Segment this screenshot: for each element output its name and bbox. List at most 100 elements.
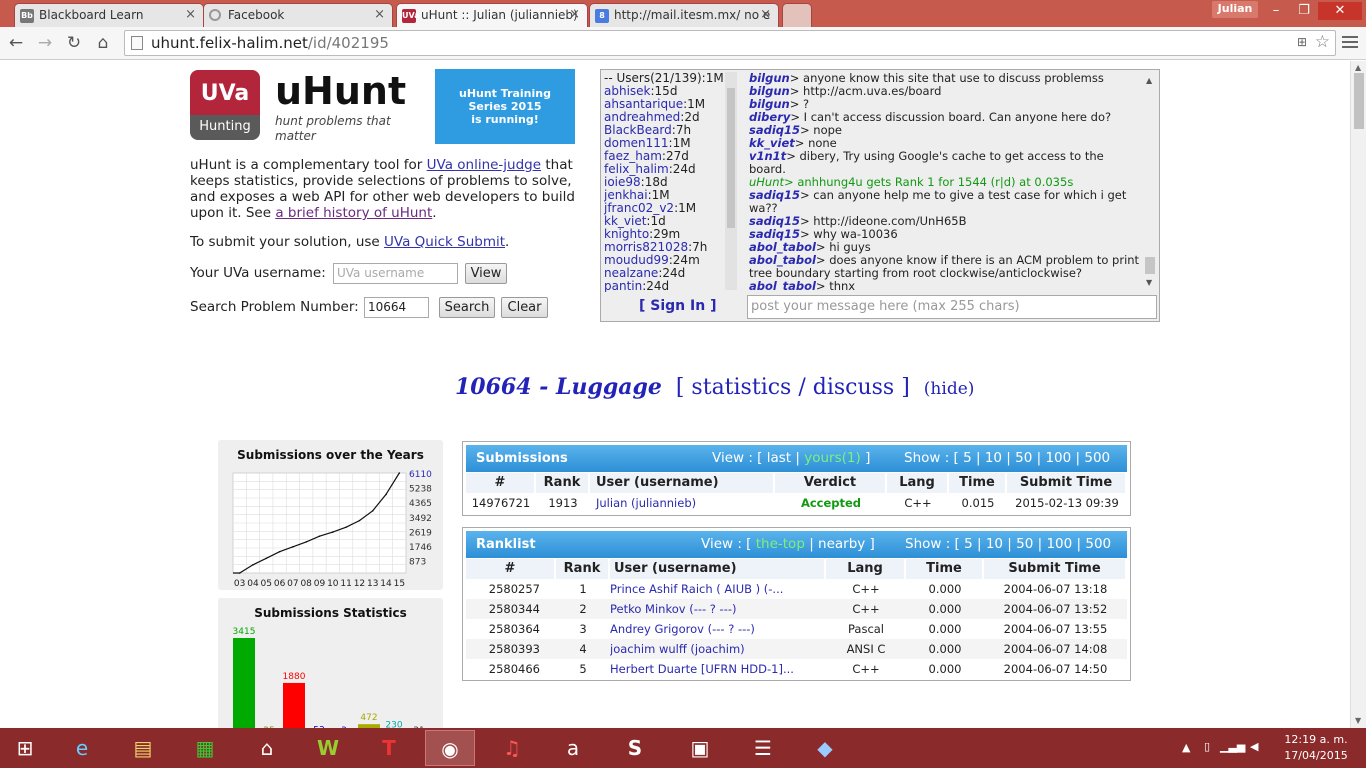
chat-message-user[interactable]: bilgun bbox=[749, 84, 790, 98]
clear-button[interactable]: Clear bbox=[501, 297, 548, 318]
chat-user-name[interactable]: BlackBeard bbox=[604, 123, 672, 137]
table-row[interactable]: 2580257 1 Prince Ashif Raich ( AIUB ) (-..… bbox=[466, 579, 1127, 599]
close-icon[interactable]: × bbox=[374, 4, 385, 26]
column-header[interactable]: User (username) bbox=[610, 559, 826, 579]
hide-link[interactable]: (hide) bbox=[924, 379, 975, 399]
column-header[interactable]: Submit Time bbox=[984, 559, 1127, 579]
chat-message-user[interactable]: abol_tabol bbox=[749, 253, 816, 267]
store-icon[interactable]: ▦ bbox=[180, 730, 230, 766]
chat-user-name[interactable]: ahsantarique bbox=[604, 97, 683, 111]
chat-message-user[interactable]: sadiq15 bbox=[749, 214, 800, 228]
table-row[interactable]: 2580344 2 Petko Minkov (--- ? ---) C++ 0.000… bbox=[466, 599, 1127, 619]
column-header[interactable]: Verdict bbox=[775, 473, 887, 493]
stats-discuss-link[interactable]: [ statistics / discuss ] bbox=[676, 375, 910, 400]
restore-icon[interactable]: ❐ bbox=[1290, 2, 1318, 20]
chat-user-name[interactable]: kk_viet bbox=[604, 214, 646, 228]
ie-icon[interactable]: e bbox=[57, 730, 107, 766]
window-close-icon[interactable]: ✕ bbox=[1318, 2, 1362, 20]
home-icon[interactable]: ⌂ bbox=[91, 31, 115, 55]
chat-message-user[interactable]: bilgun bbox=[749, 97, 790, 111]
s-app-icon[interactable]: S bbox=[610, 730, 660, 766]
cell-user[interactable]: joachim wulff (joachim) bbox=[610, 639, 826, 659]
column-header[interactable]: User (username) bbox=[590, 473, 775, 493]
chat-user-name[interactable]: jfranc02_v2 bbox=[604, 201, 674, 215]
chat-user-name[interactable]: nealzane bbox=[604, 266, 658, 280]
translate-icon[interactable]: ⊞ bbox=[1297, 35, 1307, 49]
chat-user[interactable]: pantin:24d bbox=[604, 279, 738, 293]
scroll-up-icon[interactable]: ▲ bbox=[1146, 76, 1152, 85]
column-header[interactable]: Time bbox=[949, 473, 1007, 493]
table-row[interactable]: 2580364 3 Andrey Grigorov (--- ? ---) Pasca… bbox=[466, 619, 1127, 639]
chat-user-name[interactable]: jenkhai bbox=[604, 188, 648, 202]
amazon-icon[interactable]: a bbox=[548, 730, 598, 766]
chat-message-user[interactable]: abol_tabol bbox=[749, 240, 816, 254]
chat-message-user[interactable]: uHunt bbox=[749, 175, 784, 189]
training-banner[interactable]: uHunt Training Series 2015 is running! bbox=[435, 69, 575, 144]
chat-message-user[interactable]: v1n1t bbox=[749, 149, 786, 163]
signal-icon[interactable]: ▁▃▅ bbox=[1220, 740, 1245, 753]
uva-link[interactable]: UVa online-judge bbox=[427, 157, 541, 173]
column-header[interactable]: Lang bbox=[826, 559, 906, 579]
cell-user[interactable]: Andrey Grigorov (--- ? ---) bbox=[610, 619, 826, 639]
column-header[interactable]: Rank bbox=[556, 559, 610, 579]
quick-submit-link[interactable]: UVa Quick Submit bbox=[384, 234, 505, 250]
tab-uhunt[interactable]: UVa uHunt :: Julian (juliannieb) × bbox=[396, 3, 588, 28]
scroll-down-icon[interactable]: ▼ bbox=[1355, 716, 1361, 725]
view-top-link[interactable]: the-top bbox=[756, 536, 805, 552]
profile-button[interactable]: Julian bbox=[1212, 1, 1258, 18]
problem-number-input[interactable]: 10664 bbox=[364, 297, 429, 318]
tray-arrow-icon[interactable]: ▲ bbox=[1182, 741, 1190, 754]
cell-user[interactable]: Herbert Duarte [UFRN HDD-1]... bbox=[610, 659, 826, 679]
column-header[interactable]: Time bbox=[906, 559, 984, 579]
w-app-icon[interactable]: W bbox=[303, 730, 353, 766]
t-app-icon[interactable]: T bbox=[364, 730, 414, 766]
home-icon[interactable]: ⌂ bbox=[242, 730, 292, 766]
tab-blackboard[interactable]: Bb Blackboard Learn × bbox=[14, 3, 204, 27]
column-header[interactable]: Lang bbox=[887, 473, 949, 493]
forward-icon[interactable]: → bbox=[33, 31, 57, 55]
explorer-icon[interactable]: ▤ bbox=[118, 730, 168, 766]
sublime-icon[interactable]: ▣ bbox=[675, 730, 725, 766]
chrome-menu-icon[interactable] bbox=[1342, 33, 1358, 53]
chat-user-name[interactable]: faez_ham bbox=[604, 149, 662, 163]
table-row[interactable]: 2580466 5 Herbert Duarte [UFRN HDD-1]... C+… bbox=[466, 659, 1127, 679]
chat-user-name[interactable]: ioie98 bbox=[604, 175, 641, 189]
itunes-icon[interactable]: ♫ bbox=[487, 730, 537, 766]
view-yours-link[interactable]: yours(1) bbox=[804, 450, 861, 466]
chat-user-name[interactable]: moudud99 bbox=[604, 253, 669, 267]
chat-user-name[interactable]: knighto bbox=[604, 227, 649, 241]
close-icon[interactable]: × bbox=[185, 4, 196, 26]
scrollbar-thumb[interactable] bbox=[1354, 73, 1364, 129]
chat-user-name[interactable]: pantin bbox=[604, 279, 642, 293]
search-button[interactable]: Search bbox=[439, 297, 495, 318]
messages-scrollbar[interactable]: ▲ ▼ bbox=[1142, 72, 1156, 290]
column-header[interactable]: # bbox=[466, 473, 536, 493]
chat-message-input[interactable]: post your message here (max 255 chars) bbox=[747, 295, 1157, 319]
column-header[interactable]: Submit Time bbox=[1007, 473, 1127, 493]
chat-message-user[interactable]: dibery bbox=[749, 110, 790, 124]
volume-icon[interactable]: ◀ bbox=[1250, 740, 1258, 753]
back-icon[interactable]: ← bbox=[4, 31, 28, 55]
tab-mail[interactable]: 8 http://mail.itesm.mx/ no e × bbox=[589, 3, 779, 27]
table-row[interactable]: 2580393 4 joachim wulff (joachim) ANSI C 0.0… bbox=[466, 639, 1127, 659]
tab-facebook[interactable]: Facebook × bbox=[203, 3, 393, 27]
chat-message-user[interactable]: sadiq15 bbox=[749, 123, 800, 137]
clock-date[interactable]: 17/04/2015 bbox=[1276, 749, 1356, 762]
chat-message-user[interactable]: sadiq15 bbox=[749, 188, 800, 202]
page-scrollbar[interactable]: ▲ ▼ bbox=[1350, 61, 1366, 728]
submissions-show-options[interactable]: Show : [ 5 | 10 | 50 | 100 | 500 bbox=[904, 445, 1110, 472]
new-tab-button[interactable] bbox=[782, 3, 812, 27]
cell-user[interactable]: Prince Ashif Raich ( AIUB ) (-... bbox=[610, 579, 826, 599]
chat-message-user[interactable]: abol_tabol bbox=[749, 279, 816, 291]
table-row[interactable]: 14976721 1913 Julian (juliannieb) Accepted C… bbox=[466, 493, 1127, 513]
box-icon[interactable]: ◆ bbox=[800, 730, 850, 766]
chat-user-name[interactable]: abhisek bbox=[604, 84, 651, 98]
history-link[interactable]: a brief history of uHunt bbox=[275, 205, 432, 221]
ranklist-show-options[interactable]: Show : [ 5 | 10 | 50 | 100 | 500 bbox=[905, 531, 1111, 558]
windows-start-icon[interactable]: ⊞ bbox=[0, 730, 50, 766]
reload-icon[interactable]: ↻ bbox=[62, 31, 86, 55]
cell-user[interactable]: Petko Minkov (--- ? ---) bbox=[610, 599, 826, 619]
chat-user-name[interactable]: morris821028 bbox=[604, 240, 688, 254]
bookmark-star-icon[interactable]: ☆ bbox=[1315, 32, 1330, 52]
scroll-up-icon[interactable]: ▲ bbox=[1355, 63, 1361, 72]
